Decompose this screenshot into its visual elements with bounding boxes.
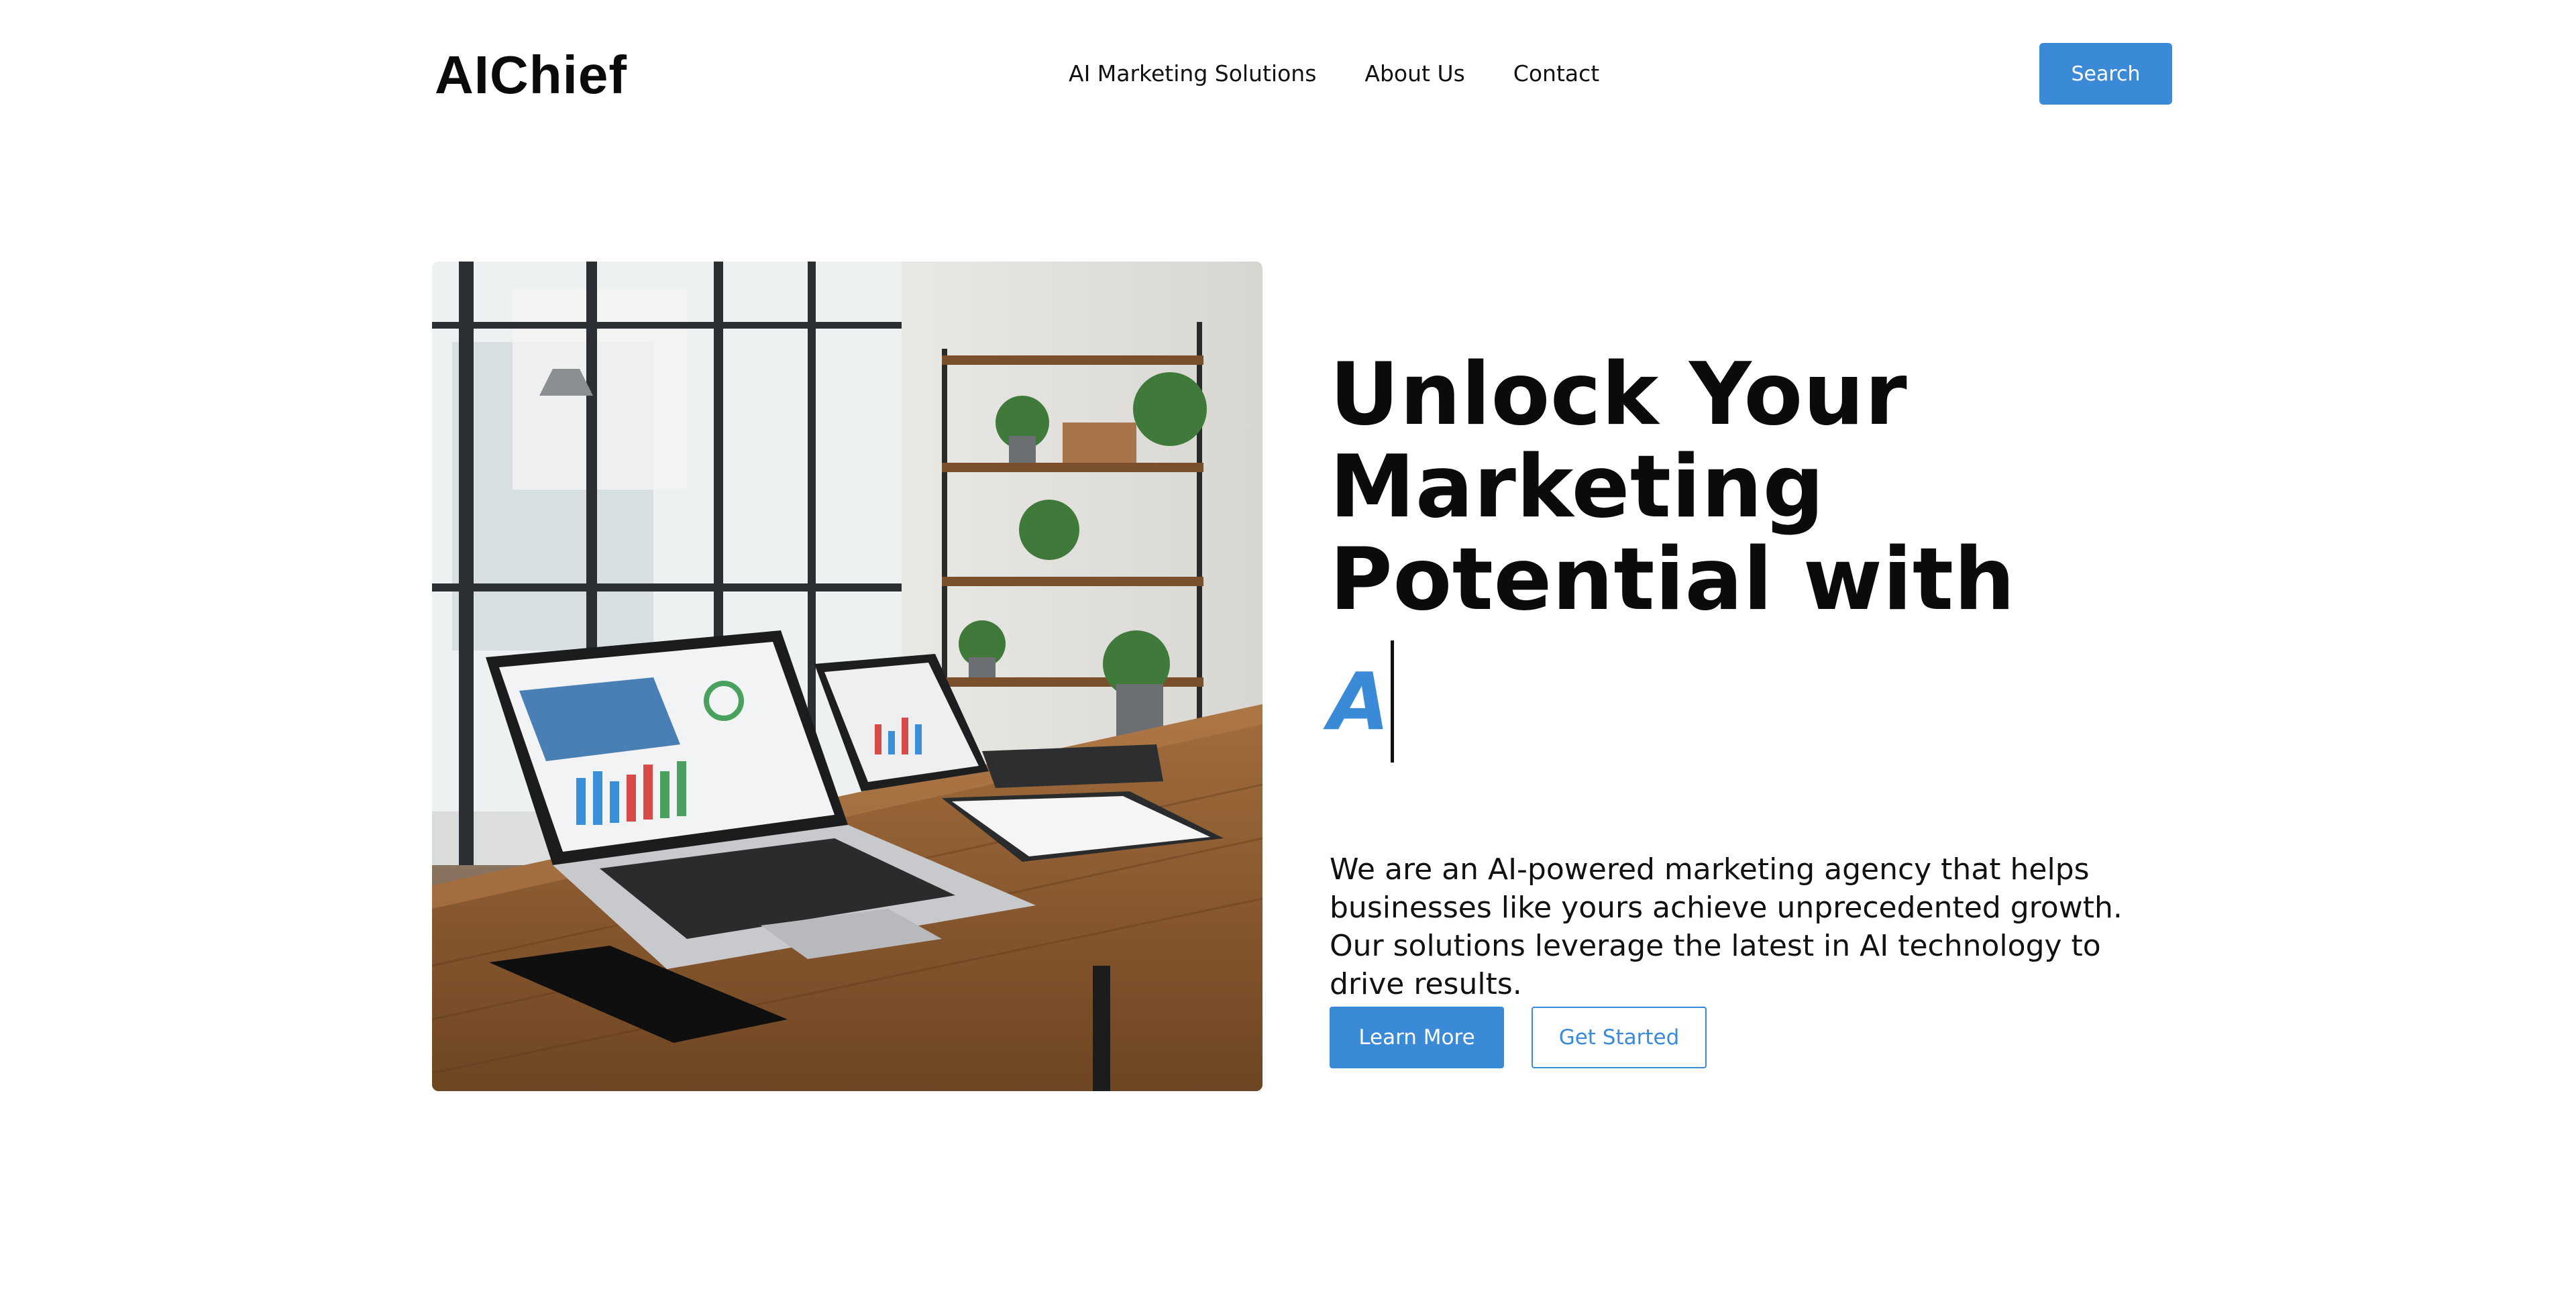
search-button[interactable]: Search [2039,43,2172,105]
typed-line: A [1328,640,1395,763]
hero-image [432,262,1263,1091]
learn-more-button[interactable]: Learn More [1330,1007,1504,1068]
logo[interactable]: AIChief [435,43,627,107]
text-caret [1391,640,1395,763]
office-laptop-photo [432,262,1263,1091]
hero-headline: Unlock Your Marketing Potential with [1330,345,2016,630]
nav-link-ai-marketing-solutions[interactable]: AI Marketing Solutions [1069,59,1316,89]
page: AIChief AI Marketing Solutions About Us … [0,0,2576,1293]
nav-link-about-us[interactable]: About Us [1364,59,1464,89]
typed-text: A [1328,655,1390,748]
main-nav: AI Marketing Solutions About Us Contact [1069,59,1599,89]
get-started-button[interactable]: Get Started [1532,1007,1707,1068]
nav-link-contact[interactable]: Contact [1513,59,1599,89]
hero-description: We are an AI-powered marketing agency th… [1330,852,2123,1001]
